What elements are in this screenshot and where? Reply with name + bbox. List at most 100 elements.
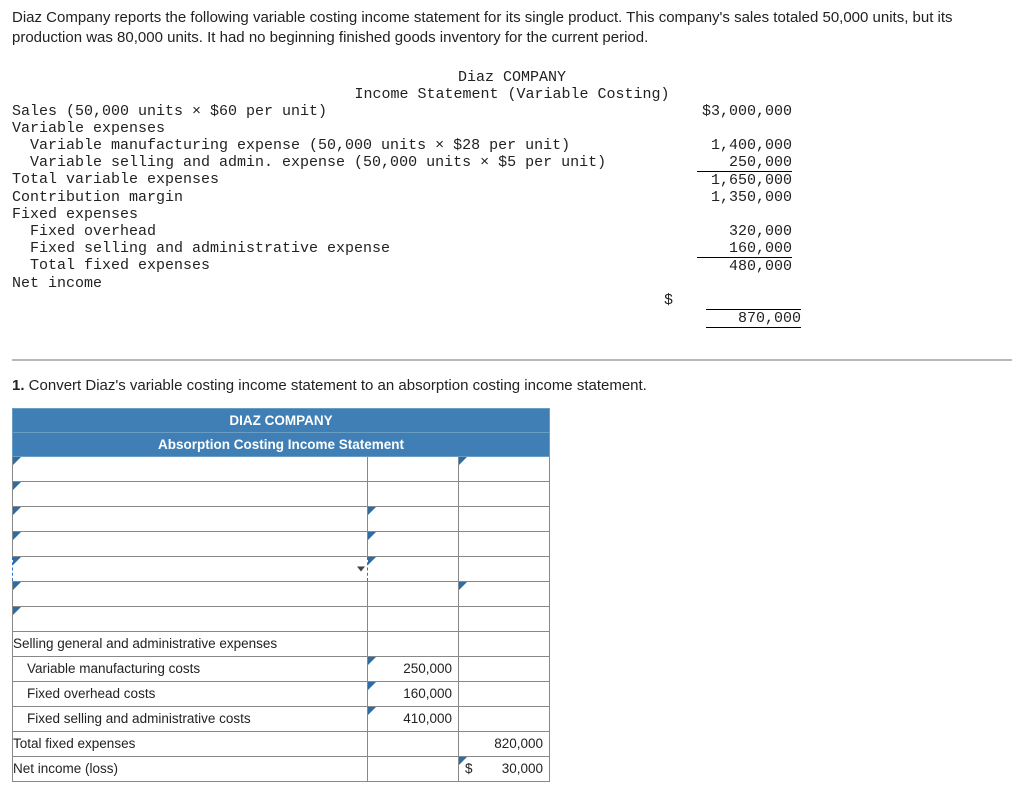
dropdown-icon <box>459 757 467 765</box>
abs-desc-input-5[interactable] <box>13 556 368 581</box>
abs-tfe-row: Total fixed expenses 820,000 <box>13 731 550 756</box>
abs-sub-input-1[interactable] <box>368 456 459 481</box>
dropdown-icon <box>368 557 376 565</box>
dropdown-icon <box>368 507 376 515</box>
dropdown-icon <box>13 457 21 465</box>
abs-row-7 <box>13 606 550 631</box>
abs-row-4 <box>13 531 550 556</box>
dropdown-icon <box>13 607 21 615</box>
abs-row-5-active <box>13 556 550 581</box>
vc-fsga-amt: 160,000 <box>697 240 792 257</box>
abs-ni-value: 30,000 <box>502 761 543 776</box>
vc-ni-label: Net income <box>12 275 652 345</box>
abs-ni-label: Net income (loss) <box>13 756 368 781</box>
abs-desc-input-2[interactable] <box>13 481 368 506</box>
abs-desc-input-7[interactable] <box>13 606 368 631</box>
vc-varexp-label: Variable expenses <box>12 120 652 137</box>
abs-tot-input-1[interactable] <box>459 456 550 481</box>
vc-ni-currency: $ <box>664 292 673 309</box>
q1-text: Convert Diaz's variable costing income s… <box>25 377 647 394</box>
abs-row-2 <box>13 481 550 506</box>
abs-foh-value: 160,000 <box>368 683 458 704</box>
abs-foh-amt[interactable]: 160,000 <box>368 681 459 706</box>
abs-row-3 <box>13 506 550 531</box>
abs-row-1 <box>13 456 550 481</box>
absorption-table: DIAZ COMPANY Absorption Costing Income S… <box>12 408 550 782</box>
abs-title: Absorption Costing Income Statement <box>13 432 550 456</box>
abs-desc-input-1[interactable] <box>13 456 368 481</box>
abs-desc-input-3[interactable] <box>13 506 368 531</box>
dropdown-icon <box>368 682 376 690</box>
abs-sga-sub <box>368 631 459 656</box>
abs-foh-label: Fixed overhead costs <box>13 681 368 706</box>
abs-foh-tot <box>459 681 550 706</box>
dropdown-icon <box>13 582 21 590</box>
dropdown-icon <box>13 557 21 565</box>
abs-fsac-tot <box>459 706 550 731</box>
abs-foh-row: Fixed overhead costs 160,000 <box>13 681 550 706</box>
vc-vman-amt: 1,400,000 <box>697 137 792 154</box>
abs-vman-tot <box>459 656 550 681</box>
vc-vsell-amt: 250,000 <box>697 154 792 171</box>
abs-sub-input-2[interactable] <box>368 481 459 506</box>
vc-ni-amt: 870,000 <box>706 309 801 328</box>
abs-tot-input-6[interactable] <box>459 581 550 606</box>
absorption-table-wrap: DIAZ COMPANY Absorption Costing Income S… <box>12 408 1012 782</box>
abs-fsac-value: 410,000 <box>368 708 458 729</box>
vc-cm-label: Contribution margin <box>12 189 652 206</box>
abs-ni-amt[interactable]: $ 30,000 <box>459 756 550 781</box>
abs-ni-sub <box>368 756 459 781</box>
dropdown-icon <box>13 507 21 515</box>
vc-tvar-amt: 1,650,000 <box>697 171 792 189</box>
abs-vman-label: Variable manufacturing costs <box>13 656 368 681</box>
dropdown-icon <box>368 707 376 715</box>
abs-sga-tot <box>459 631 550 656</box>
vc-tfix-label: Total fixed expenses <box>12 257 652 275</box>
abs-sub-input-6[interactable] <box>368 581 459 606</box>
abs-desc-input-4[interactable] <box>13 531 368 556</box>
question-1: 1. Convert Diaz's variable costing incom… <box>12 377 1012 394</box>
abs-tfe-label: Total fixed expenses <box>13 731 368 756</box>
abs-sub-input-7[interactable] <box>368 606 459 631</box>
dropdown-icon <box>13 482 21 490</box>
vc-fsga-label: Fixed selling and administrative expense <box>12 240 652 257</box>
abs-tot-5 <box>459 556 550 581</box>
abs-company: DIAZ COMPANY <box>13 408 550 432</box>
abs-tot-4 <box>459 531 550 556</box>
abs-fsac-amt[interactable]: 410,000 <box>368 706 459 731</box>
abs-sub-input-4[interactable] <box>368 531 459 556</box>
abs-vman-amt[interactable]: 250,000 <box>368 656 459 681</box>
variable-costing-statement: Diaz COMPANY Income Statement (Variable … <box>12 63 1012 361</box>
abs-row-6 <box>13 581 550 606</box>
abs-ni-row: Net income (loss) $ 30,000 <box>13 756 550 781</box>
dropdown-icon <box>13 532 21 540</box>
abs-sga-label: Selling general and administrative expen… <box>13 631 368 656</box>
chevron-down-icon <box>357 566 365 571</box>
abs-sub-input-5[interactable] <box>368 556 459 581</box>
abs-sga-row: Selling general and administrative expen… <box>13 631 550 656</box>
vc-foh-label: Fixed overhead <box>12 223 652 240</box>
vc-cm-amt: 1,350,000 <box>697 189 792 206</box>
abs-tot-7 <box>459 606 550 631</box>
abs-vman-row: Variable manufacturing costs 250,000 <box>13 656 550 681</box>
vc-title: Income Statement (Variable Costing) <box>12 86 1012 103</box>
abs-desc-input-6[interactable] <box>13 581 368 606</box>
abs-tot-3 <box>459 506 550 531</box>
vc-tfix-amt: 480,000 <box>697 257 792 275</box>
dropdown-icon <box>459 457 467 465</box>
dropdown-icon <box>368 657 376 665</box>
dropdown-icon <box>368 532 376 540</box>
q1-number: 1. <box>12 377 25 394</box>
abs-tot-2 <box>459 481 550 506</box>
abs-sub-input-3[interactable] <box>368 506 459 531</box>
abs-fsac-row: Fixed selling and administrative costs 4… <box>13 706 550 731</box>
vc-foh-amt: 320,000 <box>697 223 792 240</box>
abs-tfe-value: 820,000 <box>459 733 549 754</box>
vc-sales-label: Sales (50,000 units × $60 per unit) <box>12 103 652 120</box>
abs-tfe-sub <box>368 731 459 756</box>
vc-vman-label: Variable manufacturing expense (50,000 u… <box>12 137 652 154</box>
vc-vsell-label: Variable selling and admin. expense (50,… <box>12 154 652 171</box>
vc-company: Diaz COMPANY <box>12 69 1012 86</box>
problem-intro: Diaz Company reports the following varia… <box>12 8 1012 49</box>
abs-fsac-label: Fixed selling and administrative costs <box>13 706 368 731</box>
